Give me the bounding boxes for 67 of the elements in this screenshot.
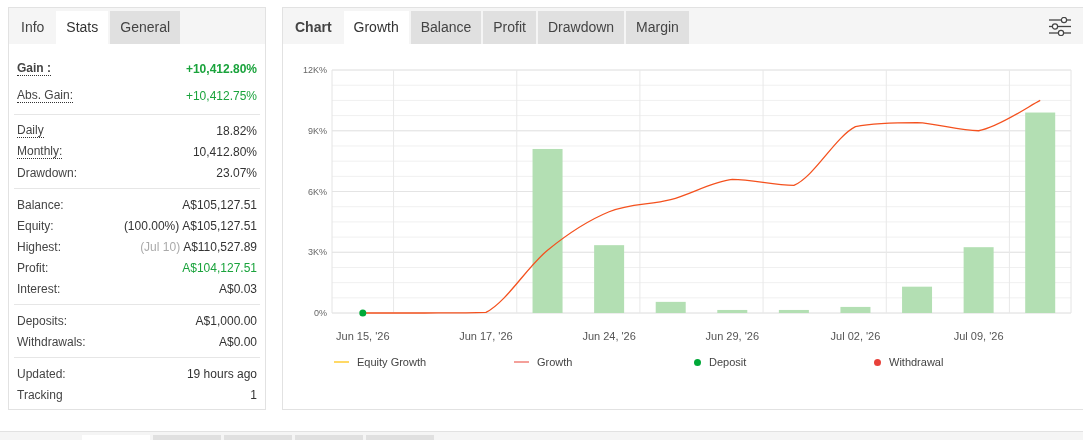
tab[interactable]: Balance bbox=[410, 11, 482, 44]
stat-value: A$105,127.51 bbox=[182, 196, 257, 214]
stat-note: (Jul 10) bbox=[140, 238, 181, 256]
stat-label: Daily bbox=[17, 123, 44, 138]
stat-label: Gain : bbox=[17, 61, 51, 76]
bar bbox=[778, 309, 809, 313]
deposit-marker bbox=[359, 309, 367, 317]
stat-label: Equity: bbox=[17, 217, 54, 235]
legend-label: Withdrawal bbox=[889, 355, 944, 370]
axis-label: 6K% bbox=[308, 186, 327, 197]
panel-title: Chart bbox=[294, 18, 333, 37]
stat-value: A$1,000.00 bbox=[195, 312, 257, 330]
tab[interactable]: Drawdown bbox=[537, 11, 625, 44]
panel-title: Info bbox=[20, 18, 46, 37]
stat-value: A$110,527.89 bbox=[183, 238, 257, 256]
tab[interactable] bbox=[224, 435, 292, 440]
tab[interactable]: Stats bbox=[56, 11, 109, 44]
axis-label: Jul 02, '26 bbox=[830, 330, 881, 342]
stat-note: (100.00%) bbox=[123, 217, 180, 235]
tab[interactable]: General bbox=[110, 11, 181, 44]
axis-label: Jun 29, '26 bbox=[705, 330, 760, 342]
tab[interactable]: Margin bbox=[626, 11, 689, 44]
tab[interactable] bbox=[295, 435, 363, 440]
axis-label: 12K% bbox=[302, 65, 327, 75]
axis-label: Jun 24, '26 bbox=[582, 330, 636, 342]
stat-label: Drawdown: bbox=[17, 164, 78, 182]
tab[interactable] bbox=[153, 435, 221, 440]
bar bbox=[717, 309, 748, 313]
stat-label: Tracking bbox=[17, 386, 63, 404]
bar bbox=[655, 301, 686, 313]
tab[interactable]: Profit bbox=[483, 11, 536, 44]
bar bbox=[902, 286, 933, 313]
stat-label: Withdrawals: bbox=[17, 333, 86, 351]
tab[interactable]: Growth bbox=[343, 11, 409, 44]
axis-label: 3K% bbox=[308, 247, 327, 258]
stat-label: Deposits: bbox=[17, 312, 68, 330]
stat-label: Highest: bbox=[17, 238, 62, 256]
stat-label: Profit: bbox=[17, 259, 49, 277]
stat-label: Monthly: bbox=[17, 144, 63, 159]
stat-value: +10,412.75% bbox=[185, 87, 257, 105]
legend-label: Growth bbox=[537, 355, 573, 370]
stat-label: Updated: bbox=[17, 365, 66, 383]
tab[interactable] bbox=[366, 435, 434, 440]
stat-value: +10,412.80% bbox=[185, 60, 257, 78]
legend-label: Equity Growth bbox=[357, 355, 427, 370]
stat-value: A$105,127.51 bbox=[182, 217, 257, 235]
axis-label: Jun 15, '26 bbox=[336, 330, 390, 342]
legend-label: Deposit bbox=[709, 355, 747, 370]
stat-value: A$104,127.51 bbox=[182, 259, 257, 277]
stat-value: A$0.03 bbox=[218, 280, 257, 298]
stat-label: Abs. Gain: bbox=[17, 88, 74, 103]
stat-value: A$0.00 bbox=[218, 333, 257, 351]
axis-label: Jul 09, '26 bbox=[953, 330, 1004, 342]
stat-value: 19 hours ago bbox=[186, 365, 257, 383]
bar bbox=[840, 306, 871, 313]
stat-value: 10,412.80% bbox=[192, 143, 257, 161]
bar bbox=[963, 247, 994, 313]
stat-value: 18.82% bbox=[216, 122, 257, 140]
stat-label: Interest: bbox=[17, 280, 61, 298]
stat-label: Balance: bbox=[17, 196, 64, 214]
axis-label: 0% bbox=[314, 308, 327, 318]
stat-value: 1 bbox=[250, 386, 257, 404]
axis-label: Jun 17, '26 bbox=[459, 330, 513, 342]
stat-value: 23.07% bbox=[216, 164, 257, 182]
settings-icon[interactable] bbox=[1049, 16, 1071, 36]
bar bbox=[594, 245, 625, 313]
axis-label: 9K% bbox=[308, 125, 327, 136]
